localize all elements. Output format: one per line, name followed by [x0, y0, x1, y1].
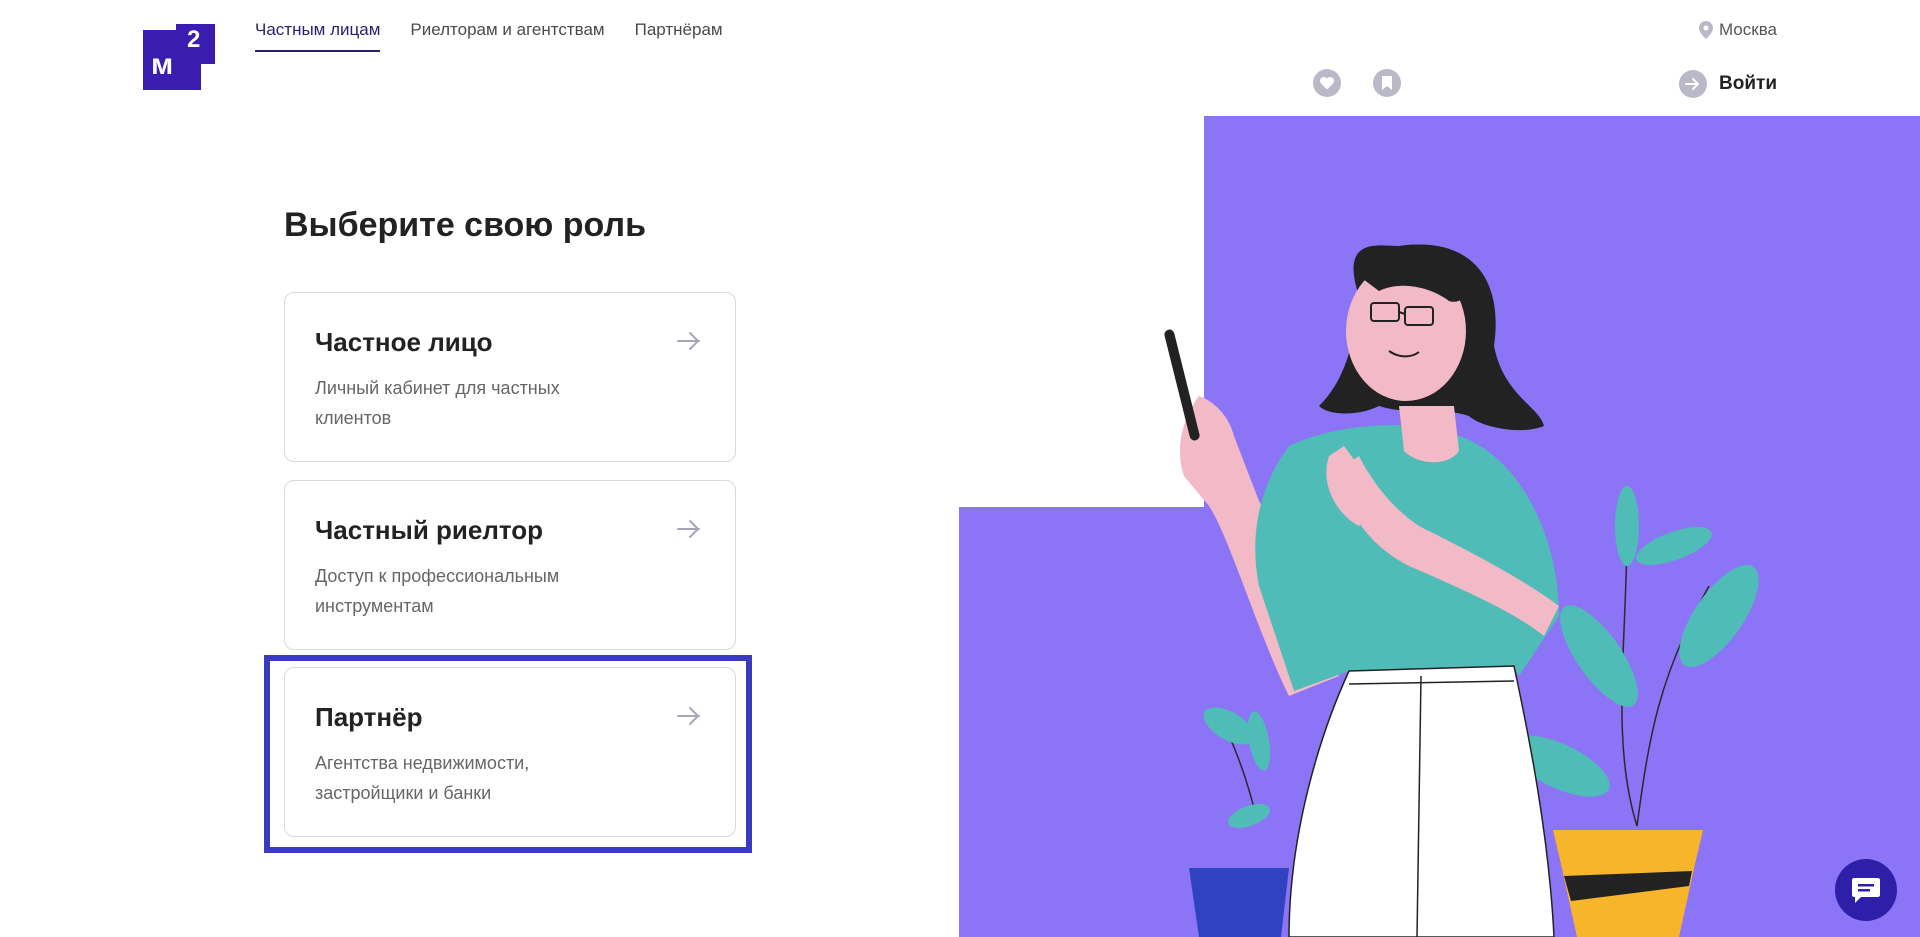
role-card-partner[interactable]: Партнёр Агентства недвижимости, застройщ…: [284, 667, 736, 837]
nav-item-private[interactable]: Частным лицам: [255, 20, 381, 52]
city-label: Москва: [1718, 20, 1777, 39]
role-card-desc: Агентства недвижимости, застройщики и ба…: [315, 753, 530, 803]
chat-button[interactable]: [1835, 859, 1897, 921]
logo-letter: м: [151, 48, 173, 81]
logo[interactable]: м 2: [143, 24, 215, 90]
login-arrow-icon: [1679, 70, 1707, 98]
nav-item-realtors[interactable]: Риелторам и агентствам: [410, 20, 604, 52]
login-label: Войти: [1719, 73, 1777, 94]
arrow-right-icon: [677, 707, 700, 725]
logo-sup: 2: [187, 26, 201, 53]
heart-icon: [1320, 76, 1334, 89]
woman-illustration: [959, 116, 1920, 937]
saved-button[interactable]: [1373, 69, 1401, 97]
role-card-desc: Личный кабинет для частных клиентов: [315, 378, 560, 428]
role-card-private[interactable]: Частное лицо Личный кабинет для частных …: [284, 292, 736, 462]
top-nav: Частным лицам Риелторам и агентствам Пар…: [255, 20, 723, 52]
role-card-title: Частное лицо: [315, 327, 493, 357]
favorites-button[interactable]: [1313, 69, 1341, 97]
bookmark-icon: [1382, 76, 1392, 90]
chat-icon: [1852, 878, 1880, 903]
arrow-right-icon: [677, 332, 700, 350]
location-pin-icon: [1698, 21, 1713, 39]
role-card-title: Партнёр: [315, 702, 423, 732]
role-card-realtor[interactable]: Частный риелтор Доступ к профессиональны…: [284, 480, 736, 650]
page-title: Выберите свою роль: [284, 206, 646, 244]
role-card-desc: Доступ к профессиональным инструментам: [315, 566, 560, 616]
city-selector[interactable]: Москва: [1698, 20, 1777, 40]
role-card-title: Частный риелтор: [315, 515, 544, 545]
arrow-right-icon: [677, 520, 700, 538]
login-button[interactable]: Войти: [1679, 70, 1777, 98]
nav-item-partners[interactable]: Партнёрам: [635, 20, 723, 52]
